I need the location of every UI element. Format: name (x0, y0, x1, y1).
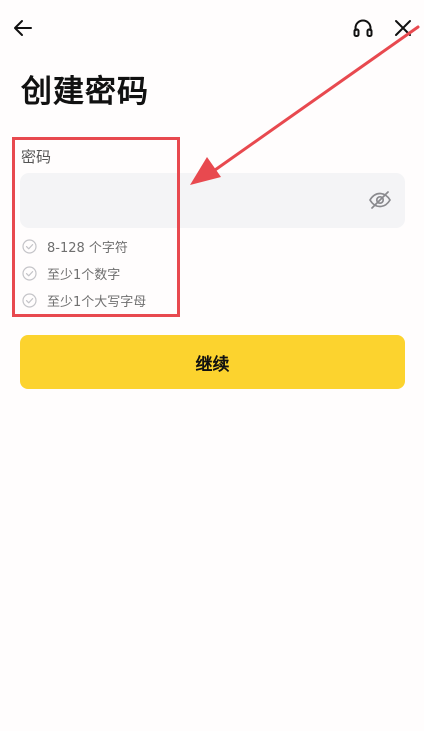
toggle-visibility-button[interactable] (367, 187, 393, 213)
headset-icon (353, 19, 373, 37)
support-button[interactable] (349, 14, 377, 42)
requirement-uppercase: 至少1个大写字母 (22, 290, 146, 310)
arrow-left-icon (14, 20, 32, 36)
close-button[interactable] (389, 14, 417, 42)
requirement-length: 8-128 个字符 (22, 236, 128, 256)
check-circle-icon (22, 292, 37, 308)
eye-slash-icon (369, 191, 391, 209)
requirement-label: 8-128 个字符 (47, 240, 128, 256)
requirement-label: 至少1个数字 (47, 267, 121, 283)
check-circle-icon (22, 238, 37, 254)
back-button[interactable] (9, 14, 37, 42)
requirement-label: 至少1个大写字母 (47, 294, 147, 310)
close-icon (395, 20, 411, 36)
password-input[interactable] (20, 173, 350, 228)
continue-button[interactable]: 继续 (20, 335, 405, 389)
check-circle-icon (22, 265, 37, 281)
top-bar (0, 0, 424, 56)
requirement-number: 至少1个数字 (22, 263, 120, 283)
page-title: 创建密码 (21, 74, 149, 110)
password-label: 密码 (21, 148, 52, 166)
password-field (20, 173, 405, 228)
